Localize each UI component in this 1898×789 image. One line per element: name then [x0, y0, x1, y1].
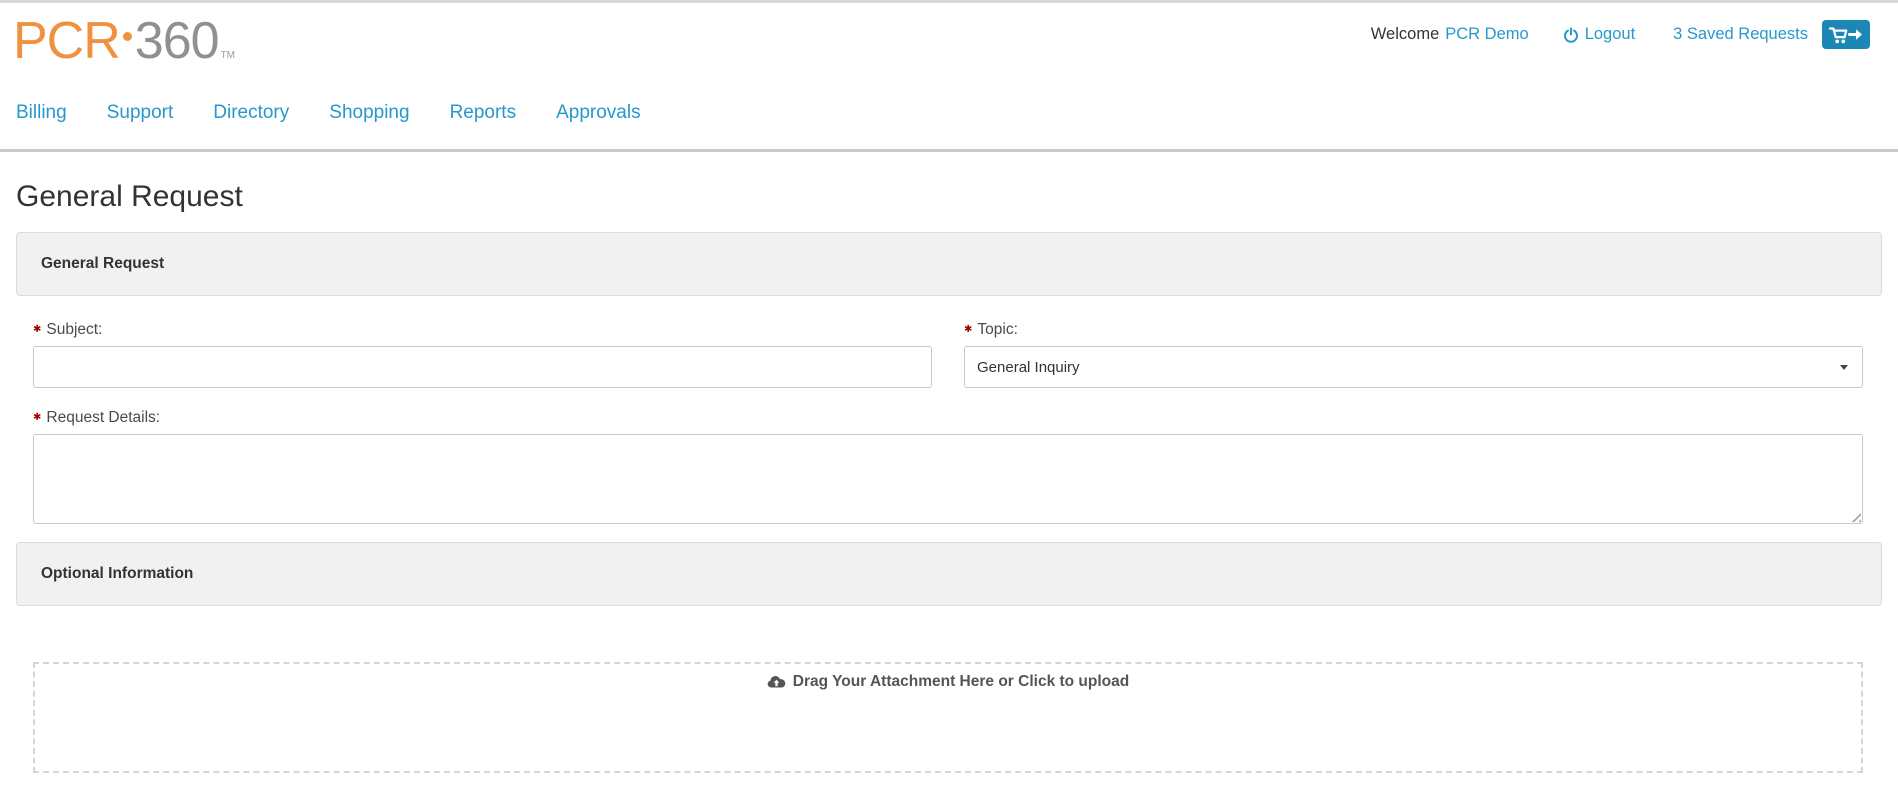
required-icon: ✱: [964, 320, 972, 339]
request-details-field-group: ✱ Request Details:: [33, 408, 1863, 524]
nav-approvals[interactable]: Approvals: [556, 102, 641, 124]
required-icon: ✱: [33, 408, 41, 427]
subject-field-group: ✱ Subject:: [33, 320, 932, 388]
main-nav: Billing Support Directory Shopping Repor…: [0, 79, 1898, 124]
pcr360-logo: PCR360TM: [13, 17, 235, 80]
optional-information-panel-title: Optional Information: [41, 565, 193, 583]
nav-divider: [0, 149, 1898, 152]
subject-topic-row: ✱ Subject: ✱ Topic: General Inquiry: [33, 320, 1863, 388]
welcome-text: Welcome: [1371, 25, 1439, 44]
dropzone-label: Drag Your Attachment Here or Click to up…: [767, 673, 1129, 691]
logo-text-360: 360: [135, 12, 219, 70]
logo-trademark: TM: [221, 50, 235, 61]
nav-reports[interactable]: Reports: [450, 102, 517, 124]
user-profile-link[interactable]: PCR Demo: [1445, 25, 1528, 44]
request-details-wrap: [33, 434, 1863, 524]
logo-text-pcr: PCR: [13, 12, 120, 70]
general-request-panel-title: General Request: [41, 255, 164, 273]
topic-select[interactable]: General Inquiry: [964, 346, 1863, 388]
request-details-label: ✱ Request Details:: [33, 408, 1863, 427]
subject-label: ✱ Subject:: [33, 320, 932, 339]
power-icon: [1563, 27, 1579, 43]
subject-label-text: Subject:: [46, 320, 102, 339]
topic-label-text: Topic:: [977, 320, 1018, 339]
topic-field-group: ✱ Topic: General Inquiry: [964, 320, 1863, 388]
request-details-label-text: Request Details:: [46, 408, 160, 427]
app-header: PCR360TM Welcome PCR Demo Logout 3 Saved…: [0, 3, 1898, 79]
cart-arrow-icon: [1828, 24, 1864, 45]
required-icon: ✱: [33, 320, 41, 339]
saved-requests-link[interactable]: 3 Saved Requests: [1673, 25, 1808, 44]
general-request-panel-header[interactable]: General Request: [16, 232, 1882, 296]
nav-directory[interactable]: Directory: [213, 102, 289, 124]
nav-shopping[interactable]: Shopping: [329, 102, 409, 124]
logo-degree-dot: [123, 32, 132, 41]
nav-billing[interactable]: Billing: [16, 102, 67, 124]
attachment-dropzone[interactable]: Drag Your Attachment Here or Click to up…: [33, 662, 1863, 773]
page-title: General Request: [16, 180, 1898, 214]
header-user-area: Welcome PCR Demo Logout 3 Saved Requests: [1371, 20, 1870, 49]
optional-information-panel-header[interactable]: Optional Information: [16, 542, 1882, 606]
topic-label: ✱ Topic:: [964, 320, 1863, 339]
request-details-textarea[interactable]: [33, 434, 1863, 524]
topic-select-wrap: General Inquiry: [964, 346, 1863, 388]
subject-input[interactable]: [33, 346, 932, 388]
logout-link[interactable]: Logout: [1563, 25, 1635, 44]
cart-button[interactable]: [1822, 20, 1870, 49]
nav-support[interactable]: Support: [107, 102, 174, 124]
logout-label: Logout: [1585, 25, 1635, 44]
dropzone-text: Drag Your Attachment Here or Click to up…: [793, 673, 1129, 691]
cloud-upload-icon: [767, 675, 786, 689]
